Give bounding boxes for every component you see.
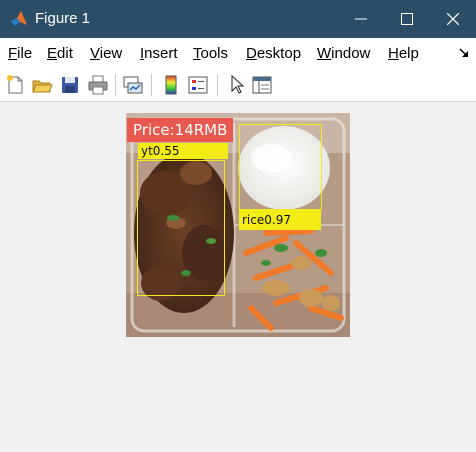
close-button[interactable] — [430, 0, 476, 38]
dock-arrow-icon[interactable] — [458, 46, 470, 64]
maximize-icon — [401, 13, 413, 25]
new-figure-icon[interactable] — [4, 74, 26, 96]
menu-edit[interactable]: Edit — [47, 45, 73, 63]
menu-file[interactable]: File — [8, 45, 32, 63]
detection-box-rice — [239, 124, 322, 210]
menu-view[interactable]: View — [90, 45, 122, 63]
minimize-button[interactable] — [338, 0, 384, 38]
save-icon[interactable] — [59, 74, 81, 96]
print-icon[interactable] — [87, 74, 109, 96]
open-file-icon[interactable] — [31, 74, 53, 96]
menu-window[interactable]: Window — [317, 45, 370, 63]
price-badge: Price:14RMB — [127, 118, 234, 142]
property-inspector-icon[interactable] — [251, 74, 273, 96]
detection-box-yt — [137, 160, 225, 296]
close-icon — [447, 13, 459, 25]
pointer-icon[interactable] — [225, 74, 247, 96]
menu-bar: File Edit View Insert Tools Desktop Wind… — [0, 38, 476, 68]
window-title: Figure 1 — [35, 10, 91, 27]
toolbar-separator — [151, 74, 152, 96]
toolbar-separator — [115, 74, 116, 96]
matlab-logo-icon — [10, 10, 28, 28]
menu-help[interactable]: Help — [388, 45, 419, 63]
legend-icon[interactable] — [187, 74, 209, 96]
maximize-button[interactable] — [384, 0, 430, 38]
colorbar-icon[interactable] — [160, 74, 182, 96]
toolbar-separator — [217, 74, 218, 96]
title-bar: Figure 1 — [0, 0, 476, 38]
menu-insert[interactable]: Insert — [140, 45, 178, 63]
menu-tools[interactable]: Tools — [193, 45, 228, 63]
minimize-icon — [355, 18, 367, 20]
link-plot-icon[interactable] — [122, 74, 144, 96]
detection-label-rice: rice0.97 — [239, 210, 321, 230]
menu-desktop[interactable]: Desktop — [246, 45, 301, 63]
figure-toolbar — [0, 68, 476, 102]
detection-label-yt: yt0.55 — [138, 143, 228, 159]
